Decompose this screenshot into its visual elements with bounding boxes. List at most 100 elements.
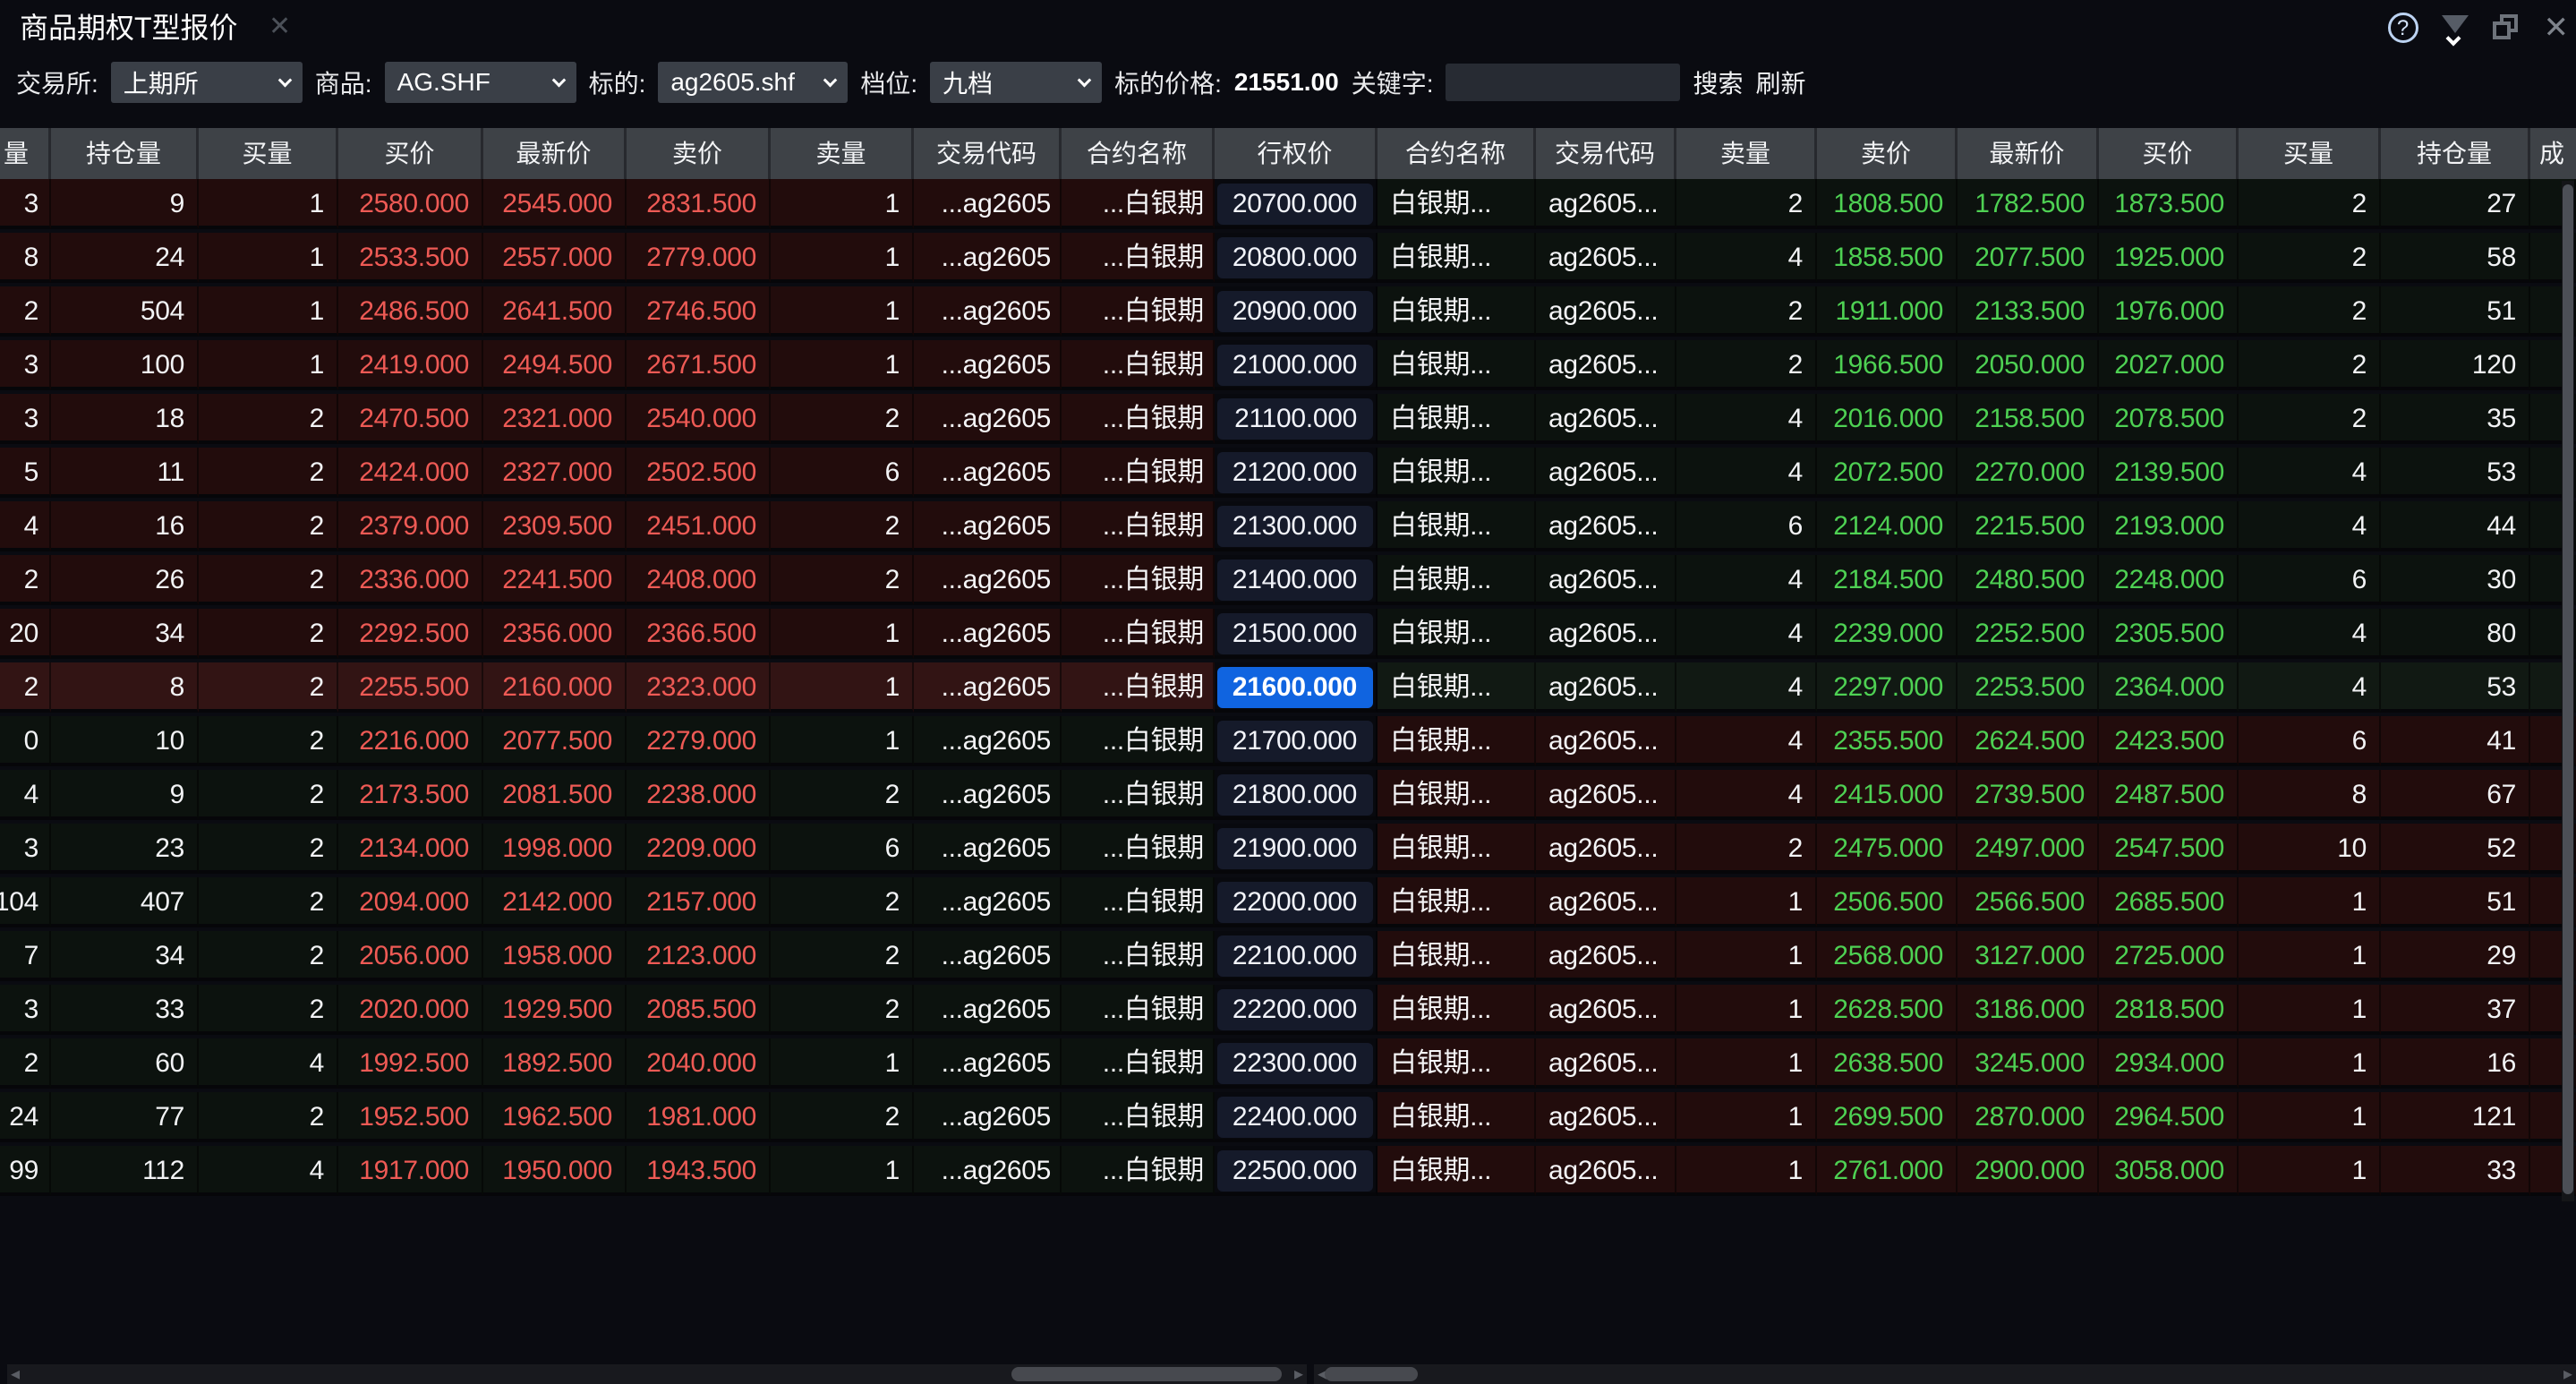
call-bid-volume[interactable]: 2 <box>199 1092 338 1142</box>
put-code[interactable]: ag2605... <box>1536 662 1676 713</box>
call-open-interest[interactable]: 77 <box>51 1092 199 1142</box>
strike-price[interactable]: 22500.000 <box>1217 1150 1373 1192</box>
call-bid-volume[interactable]: 1 <box>199 233 338 283</box>
strike-price[interactable]: 22400.000 <box>1217 1097 1373 1138</box>
scrollbar-thumb[interactable] <box>2563 184 2573 1194</box>
call-bid-price[interactable]: 2292.500 <box>338 609 483 659</box>
call-bid-volume[interactable]: 2 <box>199 501 338 551</box>
call-volume[interactable]: 2 <box>0 555 51 605</box>
put-name[interactable]: 白银期... <box>1378 1092 1536 1142</box>
put-ask-price[interactable]: 2297.000 <box>1817 662 1958 713</box>
put-open-interest[interactable]: 53 <box>2381 448 2530 498</box>
put-code[interactable]: ag2605... <box>1536 1092 1676 1142</box>
strike-price-cell[interactable]: 21100.000 <box>1215 394 1378 444</box>
put-bid-price[interactable]: 3058.000 <box>2099 1146 2239 1196</box>
put-ask-price[interactable]: 1966.500 <box>1817 340 1958 390</box>
call-code[interactable]: ...ag2605 <box>914 233 1062 283</box>
put-open-interest[interactable]: 44 <box>2381 501 2530 551</box>
call-ask-volume[interactable]: 1 <box>771 233 914 283</box>
call-bid-volume[interactable]: 2 <box>199 931 338 981</box>
keyword-input[interactable] <box>1446 64 1680 101</box>
call-last-price[interactable]: 1958.000 <box>483 931 627 981</box>
call-open-interest[interactable]: 8 <box>51 662 199 713</box>
call-volume[interactable]: 2 <box>0 286 51 337</box>
vertical-scrollbar[interactable] <box>2562 181 2574 1201</box>
call-name[interactable]: ...白银期 <box>1062 233 1215 283</box>
strike-price[interactable]: 21800.000 <box>1217 774 1373 816</box>
put-bid-price[interactable]: 2934.000 <box>2099 1038 2239 1089</box>
call-ask-volume[interactable]: 2 <box>771 1092 914 1142</box>
call-open-interest[interactable]: 9 <box>51 770 199 820</box>
column-header-call-ask-price[interactable]: 卖价 <box>627 128 771 179</box>
column-header-put-volume[interactable]: 成 <box>2530 128 2576 179</box>
put-bid-volume[interactable]: 8 <box>2239 770 2381 820</box>
put-ask-volume[interactable]: 4 <box>1676 770 1817 820</box>
call-last-price[interactable]: 2356.000 <box>483 609 627 659</box>
call-name[interactable]: ...白银期 <box>1062 286 1215 337</box>
call-code[interactable]: ...ag2605 <box>914 1146 1062 1196</box>
strike-price[interactable]: 21200.000 <box>1217 452 1373 493</box>
scroll-right-arrow-icon[interactable]: ▸ <box>1291 1364 1307 1384</box>
put-ask-price[interactable]: 2124.000 <box>1817 501 1958 551</box>
call-ask-price[interactable]: 2502.500 <box>627 448 771 498</box>
put-last-price[interactable]: 2077.500 <box>1958 233 2099 283</box>
call-name[interactable]: ...白银期 <box>1062 394 1215 444</box>
call-ask-volume[interactable]: 2 <box>771 877 914 927</box>
put-bid-volume[interactable]: 1 <box>2239 1038 2381 1089</box>
call-ask-volume[interactable]: 1 <box>771 662 914 713</box>
call-name[interactable]: ...白银期 <box>1062 609 1215 659</box>
strike-price-cell[interactable]: 21700.000 <box>1215 716 1378 766</box>
put-bid-volume[interactable]: 6 <box>2239 555 2381 605</box>
call-name[interactable]: ...白银期 <box>1062 1092 1215 1142</box>
put-bid-volume[interactable]: 2 <box>2239 394 2381 444</box>
call-code[interactable]: ...ag2605 <box>914 448 1062 498</box>
call-ask-volume[interactable]: 1 <box>771 609 914 659</box>
call-volume[interactable]: 7 <box>0 931 51 981</box>
call-code[interactable]: ...ag2605 <box>914 555 1062 605</box>
put-ask-volume[interactable]: 6 <box>1676 501 1817 551</box>
put-last-price[interactable]: 3245.000 <box>1958 1038 2099 1089</box>
call-bid-volume[interactable]: 2 <box>199 985 338 1035</box>
put-code[interactable]: ag2605... <box>1536 286 1676 337</box>
call-open-interest[interactable]: 407 <box>51 877 199 927</box>
call-ask-volume[interactable]: 2 <box>771 555 914 605</box>
put-ask-price[interactable]: 2628.500 <box>1817 985 1958 1035</box>
call-ask-price[interactable]: 2279.000 <box>627 716 771 766</box>
put-name[interactable]: 白银期... <box>1378 286 1536 337</box>
put-ask-volume[interactable]: 1 <box>1676 931 1817 981</box>
strike-price[interactable]: 22200.000 <box>1217 989 1373 1030</box>
call-volume[interactable]: 3 <box>0 985 51 1035</box>
put-last-price[interactable]: 2480.500 <box>1958 555 2099 605</box>
put-ask-volume[interactable]: 1 <box>1676 1146 1817 1196</box>
put-open-interest[interactable]: 27 <box>2381 179 2530 229</box>
call-ask-price[interactable]: 1981.000 <box>627 1092 771 1142</box>
strike-price-cell[interactable]: 22200.000 <box>1215 985 1378 1035</box>
strike-price[interactable]: 20700.000 <box>1217 184 1373 225</box>
put-ask-price[interactable]: 2016.000 <box>1817 394 1958 444</box>
call-ask-price[interactable]: 2831.500 <box>627 179 771 229</box>
put-name[interactable]: 白银期... <box>1378 609 1536 659</box>
put-ask-price[interactable]: 2072.500 <box>1817 448 1958 498</box>
column-header-put-code[interactable]: 交易代码 <box>1536 128 1676 179</box>
call-code[interactable]: ...ag2605 <box>914 501 1062 551</box>
call-bid-volume[interactable]: 1 <box>199 286 338 337</box>
column-header-put-ask-volume[interactable]: 卖量 <box>1676 128 1817 179</box>
put-ask-price[interactable]: 2355.500 <box>1817 716 1958 766</box>
put-open-interest[interactable]: 37 <box>2381 985 2530 1035</box>
put-code[interactable]: ag2605... <box>1536 877 1676 927</box>
call-open-interest[interactable]: 60 <box>51 1038 199 1089</box>
help-icon[interactable]: ? <box>2388 13 2418 43</box>
call-ask-volume[interactable]: 6 <box>771 824 914 874</box>
put-code[interactable]: ag2605... <box>1536 555 1676 605</box>
put-last-price[interactable]: 2900.000 <box>1958 1146 2099 1196</box>
put-bid-volume[interactable]: 4 <box>2239 501 2381 551</box>
put-last-price[interactable]: 2133.500 <box>1958 286 2099 337</box>
put-bid-volume[interactable]: 1 <box>2239 877 2381 927</box>
call-code[interactable]: ...ag2605 <box>914 1038 1062 1089</box>
put-ask-price[interactable]: 2184.500 <box>1817 555 1958 605</box>
strike-price-cell[interactable]: 22000.000 <box>1215 877 1378 927</box>
call-name[interactable]: ...白银期 <box>1062 1038 1215 1089</box>
strike-price-cell[interactable]: 21800.000 <box>1215 770 1378 820</box>
put-name[interactable]: 白银期... <box>1378 340 1536 390</box>
put-bid-volume[interactable]: 1 <box>2239 931 2381 981</box>
